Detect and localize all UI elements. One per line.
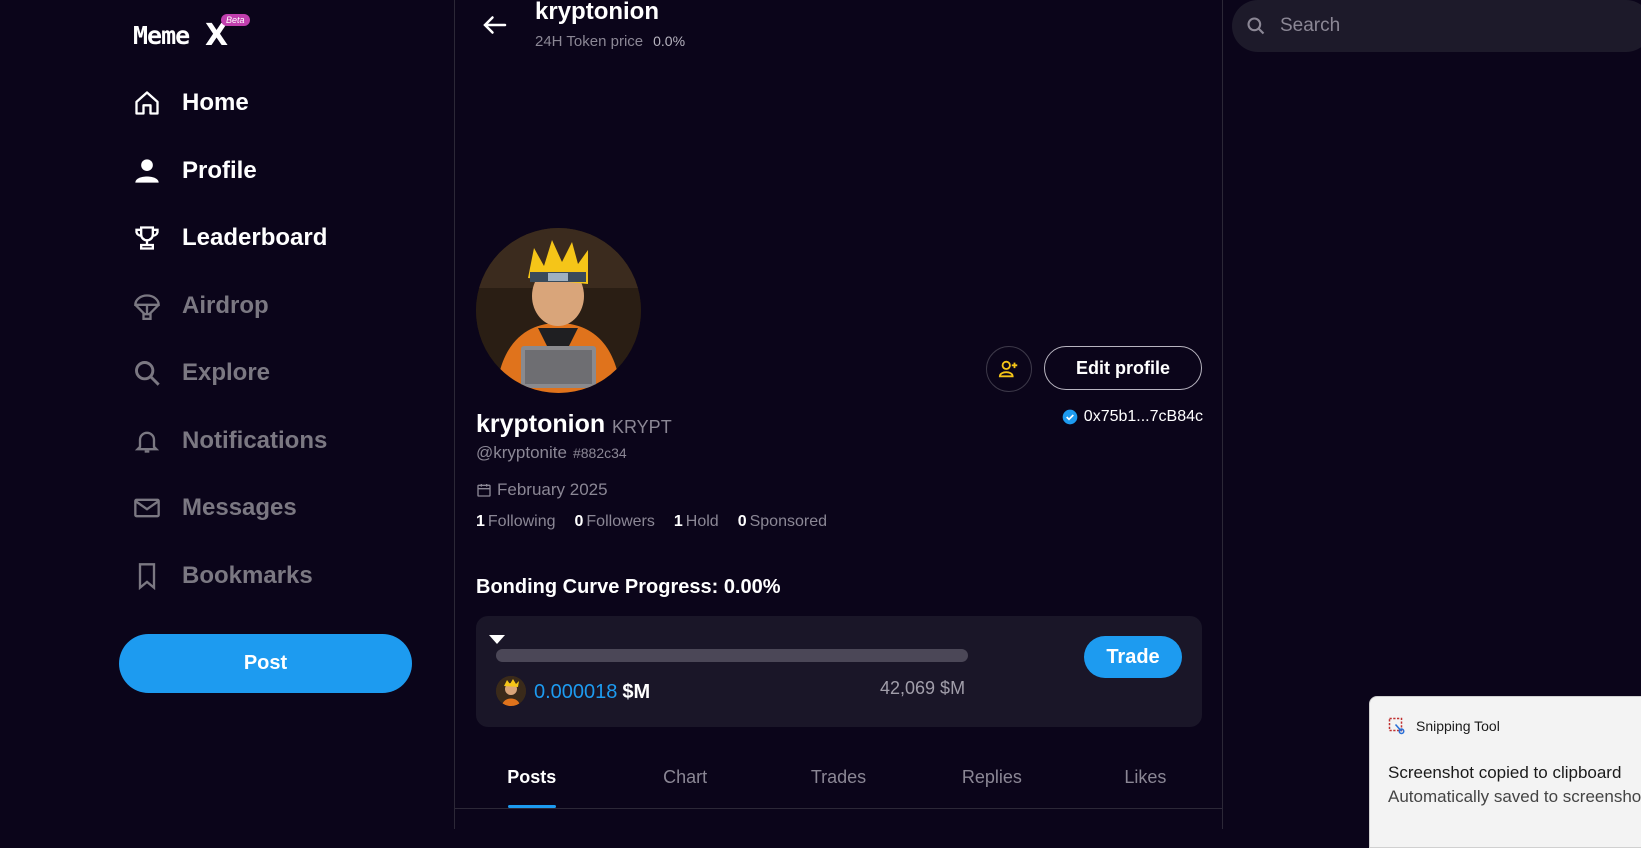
search-icon bbox=[132, 358, 162, 388]
mail-icon bbox=[132, 493, 162, 523]
sidebar-item-airdrop[interactable]: Airdrop bbox=[132, 285, 327, 327]
snipping-tool-icon bbox=[1388, 717, 1406, 735]
bookmark-icon bbox=[132, 561, 162, 591]
toast-message: Screenshot copied to clipboard bbox=[1388, 763, 1622, 782]
sidebar-item-label: Airdrop bbox=[182, 291, 269, 319]
sidebar-item-notifications[interactable]: Notifications bbox=[132, 420, 327, 462]
edit-profile-button[interactable]: Edit profile bbox=[1044, 346, 1202, 390]
post-button[interactable]: Post bbox=[119, 634, 412, 693]
following-stat[interactable]: 1 Following bbox=[476, 513, 556, 531]
sidebar-item-messages[interactable]: Messages bbox=[132, 487, 327, 529]
tab-likes[interactable]: Likes bbox=[1069, 750, 1222, 808]
sidebar-item-label: Leaderboard bbox=[182, 224, 328, 251]
joined-date: February 2025 bbox=[476, 480, 608, 500]
profile-tabs: Posts Chart Trades Replies Likes bbox=[455, 750, 1222, 809]
following-count: 1 bbox=[476, 513, 485, 530]
avatar[interactable] bbox=[476, 228, 641, 393]
bonding-curve-title: Bonding Curve Progress: 0.00% bbox=[476, 576, 781, 598]
sidebar-item-leaderboard[interactable]: Leaderboard bbox=[132, 217, 327, 259]
profile-stats: 1 Following 0 Followers 1 Hold 0 Sponsored bbox=[476, 513, 846, 531]
sidebar-item-profile[interactable]: Profile bbox=[132, 150, 327, 192]
followers-stat[interactable]: 0 Followers bbox=[575, 513, 655, 531]
search-bar bbox=[1232, 0, 1641, 52]
toast-app-name: Snipping Tool bbox=[1416, 718, 1500, 734]
following-label: Following bbox=[487, 513, 556, 530]
sidebar-item-label: Explore bbox=[182, 359, 271, 386]
bonding-target: 42,069 $M bbox=[880, 678, 966, 698]
home-icon bbox=[132, 88, 162, 118]
sponsored-count: 0 bbox=[737, 513, 747, 530]
search-input[interactable] bbox=[1278, 14, 1622, 38]
sidebar-item-label: Bookmarks bbox=[182, 561, 313, 589]
sidebar-item-label: Home bbox=[182, 89, 249, 116]
beta-badge: Beta bbox=[221, 14, 250, 26]
sidebar-item-home[interactable]: Home bbox=[132, 82, 327, 124]
wallet-address-text: 0x75b1...7cB84c bbox=[1083, 408, 1203, 425]
token-coin-icon bbox=[496, 676, 526, 706]
sidebar-item-explore[interactable]: Explore bbox=[132, 352, 327, 394]
hold-label: Hold bbox=[685, 513, 719, 530]
profile-column: kryptonion 24H Token price 0.0% Edit prof… bbox=[454, 0, 1223, 829]
trade-button[interactable]: Trade bbox=[1084, 636, 1182, 678]
sidebar-item-label: Messages bbox=[182, 494, 297, 521]
token-price-subtitle: 24H Token price 0.0% bbox=[535, 33, 685, 50]
profile-handle: @kryptonite #882c34 bbox=[476, 443, 627, 463]
joined-date-text: February 2025 bbox=[497, 480, 608, 499]
token-price-change: 0.0% bbox=[653, 33, 686, 49]
sidebar-item-bookmarks[interactable]: Bookmarks bbox=[132, 555, 327, 597]
token-price-label: 24H Token price bbox=[535, 33, 644, 50]
tab-posts[interactable]: Posts bbox=[455, 750, 608, 808]
token-price-unit: $M bbox=[622, 681, 651, 703]
hold-count: 1 bbox=[673, 513, 683, 530]
sponsored-label: Sponsored bbox=[749, 513, 827, 530]
trophy-icon bbox=[132, 223, 162, 253]
page-title: kryptonion bbox=[535, 0, 659, 25]
hold-stat[interactable]: 1 Hold bbox=[674, 513, 719, 531]
logo-text: Meme bbox=[133, 21, 190, 50]
memex-logo[interactable]: Meme X Beta bbox=[133, 14, 273, 53]
sidebar-nav: Home Profile Leaderboard Airdrop Explore… bbox=[132, 82, 327, 622]
profile-ticker: KRYPT bbox=[612, 417, 672, 437]
profile-name: kryptonion bbox=[476, 410, 606, 438]
tab-chart[interactable]: Chart bbox=[608, 750, 761, 808]
bell-icon bbox=[132, 426, 162, 456]
search-icon bbox=[1246, 16, 1266, 36]
sponsor-users-icon[interactable] bbox=[986, 346, 1032, 392]
token-price: 0.000018 $M bbox=[534, 681, 650, 704]
caret-down-icon bbox=[489, 635, 505, 644]
user-icon bbox=[132, 156, 162, 186]
bonding-curve-panel: 0.000018 $M 42,069 $M Trade bbox=[476, 616, 1202, 727]
sidebar-item-label: Notifications bbox=[182, 426, 328, 454]
snipping-tool-notification[interactable]: Snipping Tool Screenshot copied to clipb… bbox=[1369, 696, 1641, 848]
parachute-icon bbox=[132, 291, 162, 321]
toast-detail: Automatically saved to screenshots folde… bbox=[1388, 787, 1641, 806]
followers-label: Followers bbox=[586, 513, 655, 530]
back-arrow-icon[interactable] bbox=[480, 10, 510, 40]
token-price-value: 0.000018 bbox=[534, 681, 618, 703]
toast-app: Snipping Tool bbox=[1388, 717, 1500, 735]
followers-count: 0 bbox=[574, 513, 584, 530]
tab-trades[interactable]: Trades bbox=[762, 750, 915, 808]
bonding-progress-bar bbox=[496, 649, 968, 662]
calendar-icon bbox=[476, 482, 492, 498]
wallet-address[interactable]: 0x75b1...7cB84c bbox=[1062, 408, 1203, 426]
tab-replies[interactable]: Replies bbox=[915, 750, 1068, 808]
profile-hash-id: #882c34 bbox=[572, 445, 627, 461]
profile-handle-text: @kryptonite bbox=[476, 443, 567, 462]
verified-badge-icon bbox=[1062, 409, 1078, 425]
sponsored-stat[interactable]: 0 Sponsored bbox=[738, 513, 827, 531]
sidebar-item-label: Profile bbox=[182, 156, 257, 184]
